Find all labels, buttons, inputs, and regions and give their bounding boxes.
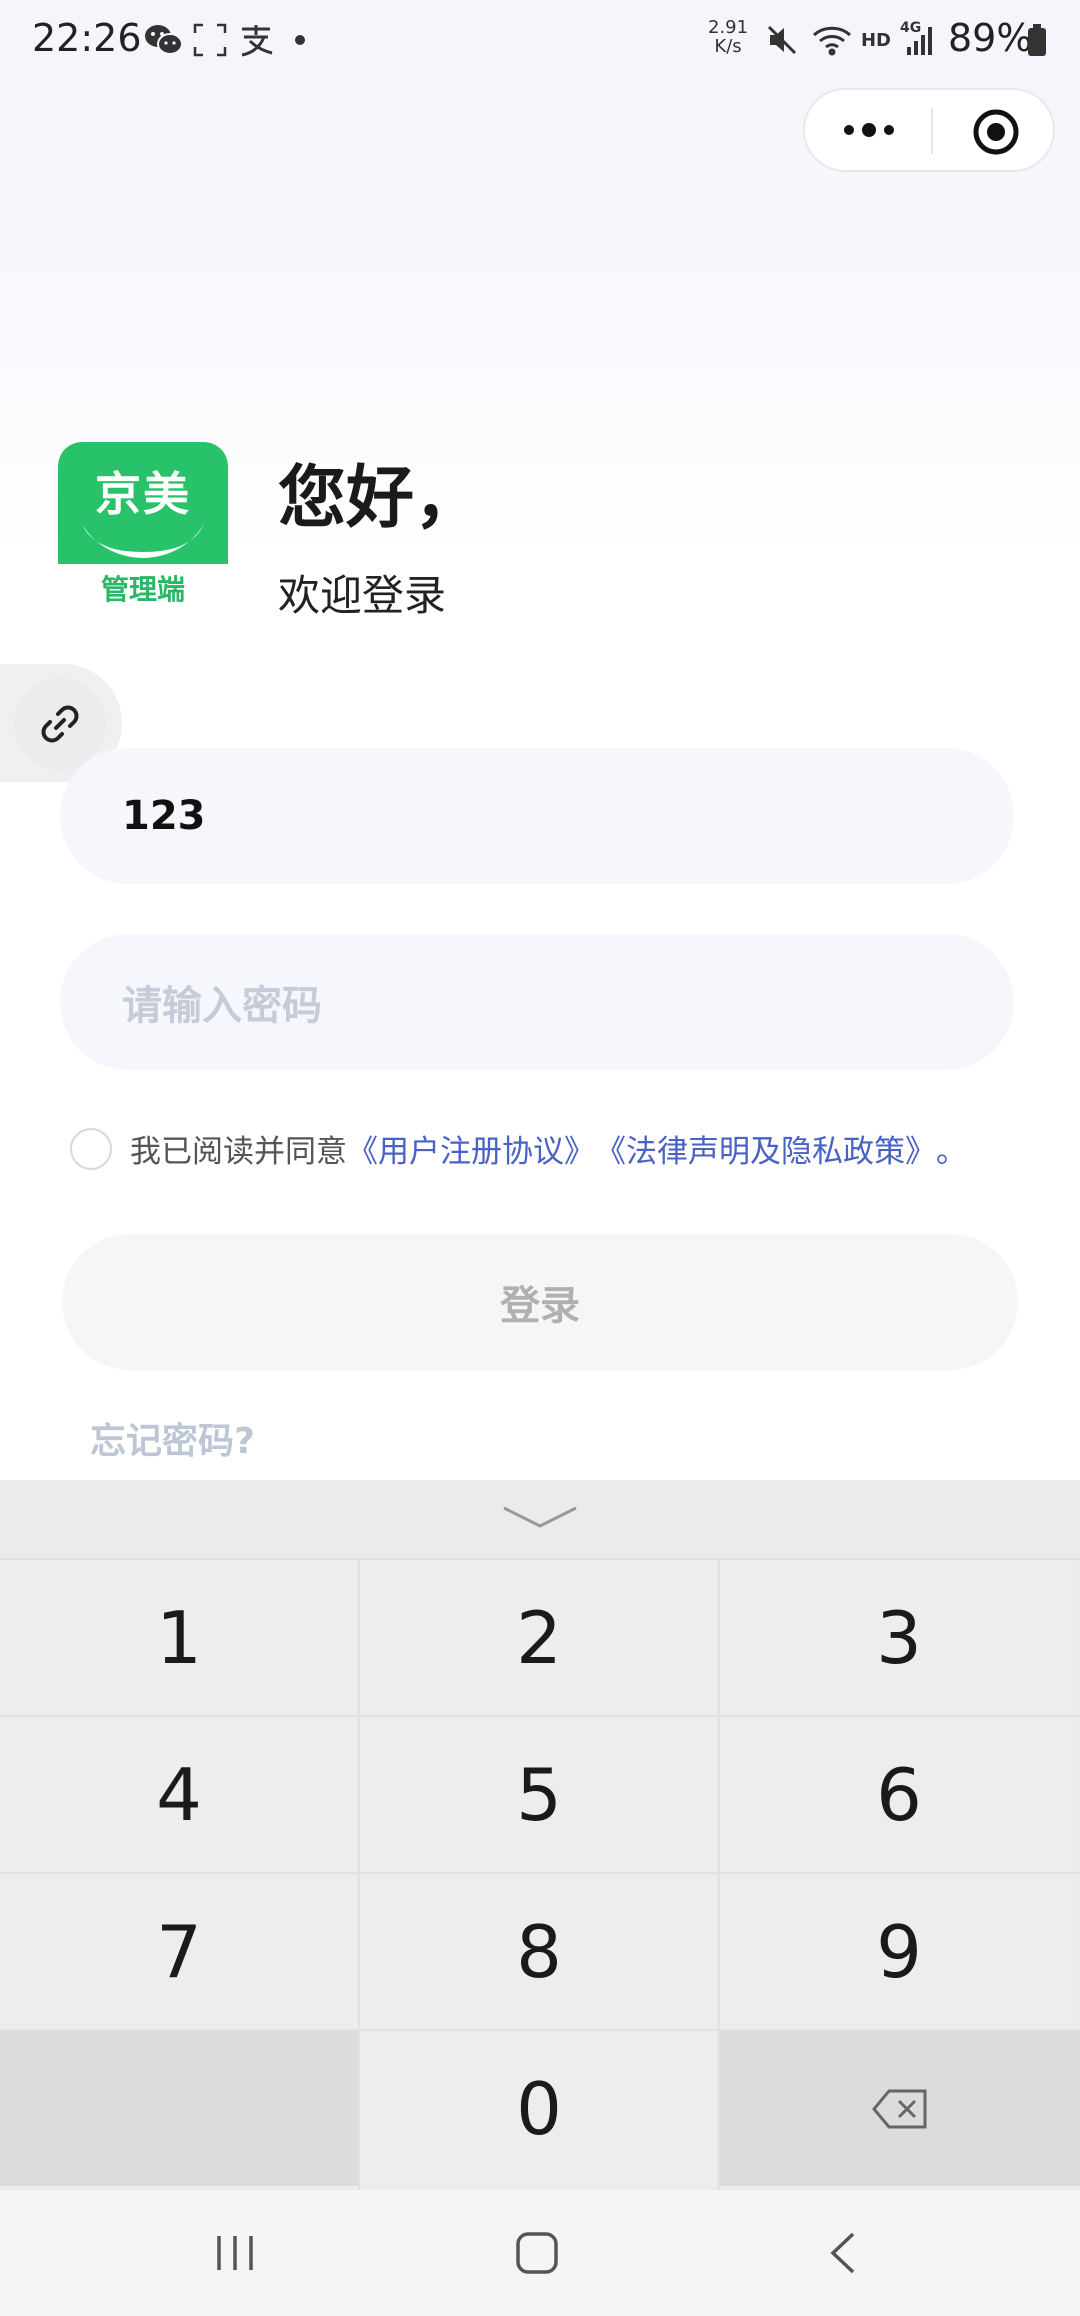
agreement-checkbox[interactable] [70, 1127, 112, 1170]
key-5[interactable]: 5 [360, 1717, 718, 1872]
network-speed-value: 2.91 [708, 17, 749, 38]
miniprogram-capsule [803, 88, 1055, 172]
key-blank [0, 2031, 360, 2186]
login-button[interactable]: 登录 [62, 1234, 1018, 1370]
signal-icon: 4G [898, 18, 938, 62]
app-logo: 京美 管理端 [58, 442, 228, 608]
hands-icon [82, 524, 204, 558]
account-input[interactable]: 123 [60, 748, 1014, 884]
wifi-icon [810, 18, 854, 62]
more-menu-icon[interactable] [835, 112, 903, 148]
hd-label: HD [860, 29, 891, 51]
forgot-password-link[interactable]: 忘记密码? [90, 1412, 255, 1464]
floating-link-button[interactable] [14, 678, 106, 770]
privacy-policy-link[interactable]: 《法律声明及隐私政策》 [595, 1126, 936, 1171]
key-0[interactable]: 0 [360, 2031, 718, 2186]
key-1[interactable]: 1 [0, 1560, 358, 1715]
key-divider [718, 1560, 720, 2190]
network-type-label: 4G [900, 20, 922, 36]
back-button[interactable] [798, 2218, 888, 2288]
back-icon [830, 2232, 855, 2274]
keyboard-toolbar [0, 1480, 1080, 1560]
welcome-subtitle: 欢迎登录 [278, 571, 447, 620]
link-icon [41, 705, 79, 743]
battery-icon [1024, 18, 1050, 62]
user-agreement-link[interactable]: 《用户注册协议》 [347, 1126, 595, 1171]
account-value: 123 [122, 793, 206, 839]
agreement-row: 我已阅读并同意 《用户注册协议》 《法律声明及隐私政策》 。 [70, 1126, 967, 1171]
password-placeholder: 请输入密码 [122, 983, 322, 1029]
status-time: 22:26 [32, 16, 142, 60]
network-speed: 2.91 K/s [708, 18, 748, 56]
backspace-icon [872, 2089, 927, 2128]
logo-text: 京美 [95, 467, 191, 521]
key-3[interactable]: 3 [720, 1560, 1078, 1715]
mute-icon [762, 18, 802, 62]
key-9[interactable]: 9 [720, 1874, 1078, 2029]
home-button[interactable] [492, 2218, 582, 2288]
key-divider [358, 1560, 360, 2190]
agreement-prefix: 我已阅读并同意 [130, 1134, 347, 1170]
key-divider [0, 1872, 1080, 1874]
capsule-divider [931, 108, 933, 154]
key-divider [0, 1715, 1080, 1717]
key-divider [0, 2029, 1080, 2031]
notification-dot-icon [292, 18, 308, 62]
status-bar: 22:26 2.91 K/s HD 4G 89% [0, 0, 1080, 80]
system-navigation-bar [0, 2190, 1080, 2316]
key-8[interactable]: 8 [360, 1874, 718, 2029]
home-icon [516, 2232, 558, 2274]
alipay-icon [236, 18, 276, 62]
key-7[interactable]: 7 [0, 1874, 358, 2029]
network-speed-unit: K/s [714, 36, 742, 57]
hide-keyboard-icon[interactable] [500, 1502, 580, 1536]
recent-apps-button[interactable] [190, 2218, 280, 2288]
password-input[interactable]: 请输入密码 [60, 934, 1014, 1070]
greeting-title: 您好， [278, 459, 483, 538]
wechat-icon [140, 18, 186, 62]
logo-subtext: 管理端 [100, 573, 185, 606]
recent-apps-icon [217, 2236, 253, 2270]
key-4[interactable]: 4 [0, 1717, 358, 1872]
key-6[interactable]: 6 [720, 1717, 1078, 1872]
agreement-suffix: 。 [936, 1134, 967, 1170]
screenshot-icon [190, 18, 230, 62]
backspace-key[interactable] [720, 2031, 1080, 2186]
numeric-keyboard: 1 2 3 4 5 6 7 8 9 0 [0, 1480, 1080, 2190]
key-2[interactable]: 2 [360, 1560, 718, 1715]
battery-percent: 89% [948, 16, 1033, 60]
close-miniprogram-icon[interactable] [971, 108, 1021, 156]
